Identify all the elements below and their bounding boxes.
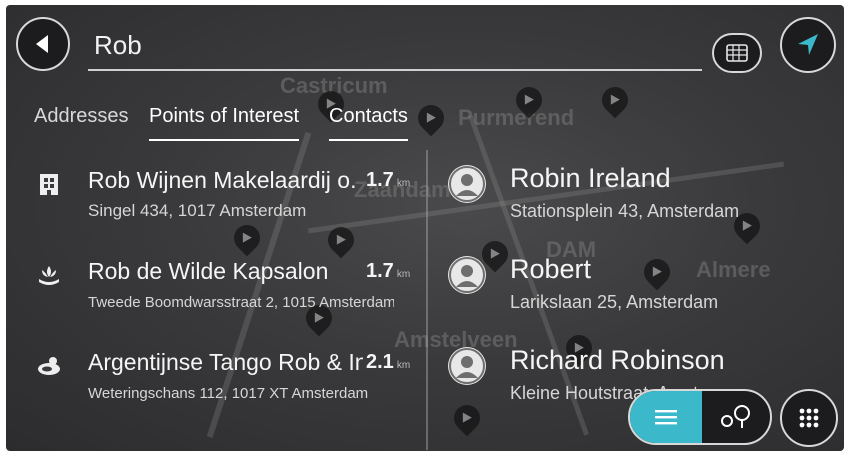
distance-unit: km bbox=[396, 178, 411, 189]
keypad-icon bbox=[799, 408, 819, 428]
navigation-button[interactable] bbox=[780, 17, 836, 73]
poi-address: Tweede Boomdwarsstraat 2, 1015 Amsterdam bbox=[88, 294, 394, 311]
building-icon bbox=[32, 169, 66, 199]
poi-title: Argentijnse Tango Rob & Ing bbox=[88, 349, 363, 375]
distance-unit: km bbox=[396, 360, 411, 371]
contact-name: Robert bbox=[510, 254, 592, 284]
pins-icon bbox=[721, 405, 750, 428]
search-input[interactable] bbox=[88, 23, 702, 67]
contact-result-item[interactable]: Robert Larikslaan 25, Amsterdam bbox=[448, 254, 838, 322]
column-divider bbox=[426, 150, 428, 450]
salon-icon bbox=[32, 260, 66, 290]
contact-address: Stationsplein 43, Amsterdam bbox=[510, 201, 740, 221]
contact-result-item[interactable]: Robin Ireland Stationsplein 43, Amsterda… bbox=[448, 163, 838, 231]
distance-unit: km bbox=[396, 269, 411, 280]
view-toggle[interactable] bbox=[628, 389, 772, 445]
tab-points-of-interest[interactable]: Points of Interest bbox=[149, 103, 300, 141]
poi-result-item[interactable]: Rob de Wilde Kapsalon 1.7 km Tweede Boomd… bbox=[32, 258, 426, 324]
poi-result-item[interactable]: Rob Wijnen Makelaardij o. 1.7 km Singel 4… bbox=[32, 167, 426, 233]
poi-distance: 1.7 km bbox=[366, 169, 410, 192]
contact-avatar-icon bbox=[448, 165, 486, 203]
keyboard-toggle-button[interactable] bbox=[712, 33, 762, 73]
poi-address: Weteringschans 112, 1017 XT Amsterdam bbox=[88, 385, 369, 402]
distance-value: 1.7 bbox=[366, 260, 394, 282]
map-view-button[interactable] bbox=[700, 391, 770, 443]
contact-avatar-icon bbox=[448, 347, 486, 385]
poi-distance: 1.7 km bbox=[366, 260, 410, 283]
poi-distance: 2.1 km bbox=[366, 351, 410, 374]
list-view-button[interactable] bbox=[630, 391, 702, 443]
back-button[interactable] bbox=[16, 17, 70, 71]
arrow-left-icon bbox=[36, 35, 48, 53]
keyboard-button[interactable] bbox=[780, 389, 838, 447]
poi-result-item[interactable]: Argentijnse Tango Rob & Ing 2.1 km Weteri… bbox=[32, 349, 426, 415]
map-pin-icon bbox=[412, 99, 450, 137]
contact-name: Richard Robinson bbox=[510, 345, 725, 375]
search-screen: Castricum Purmerend Zaandam Almere Amste… bbox=[6, 5, 844, 451]
list-icon bbox=[655, 410, 677, 425]
search-field[interactable] bbox=[88, 23, 702, 71]
map-label: Castricum bbox=[280, 73, 388, 98]
poi-title: Rob de Wilde Kapsalon bbox=[88, 258, 329, 284]
poi-title: Rob Wijnen Makelaardij o. bbox=[88, 167, 357, 193]
tab-addresses[interactable]: Addresses bbox=[34, 103, 129, 133]
navigation-arrow-icon bbox=[798, 34, 818, 55]
search-underline bbox=[88, 69, 702, 71]
dance-icon bbox=[32, 351, 66, 381]
tab-contacts[interactable]: Contacts bbox=[329, 103, 408, 141]
map-label: Purmerend bbox=[458, 105, 575, 130]
grid-map-icon bbox=[726, 44, 748, 62]
contact-avatar-icon bbox=[448, 256, 486, 294]
distance-value: 2.1 bbox=[366, 351, 394, 373]
map-pin-icon bbox=[510, 81, 548, 119]
contact-name: Robin Ireland bbox=[510, 163, 671, 193]
contact-address: Larikslaan 25, Amsterdam bbox=[510, 292, 719, 312]
distance-value: 1.7 bbox=[366, 169, 394, 191]
map-pin-icon bbox=[596, 81, 634, 119]
poi-address: Singel 434, 1017 Amsterdam bbox=[88, 201, 307, 220]
